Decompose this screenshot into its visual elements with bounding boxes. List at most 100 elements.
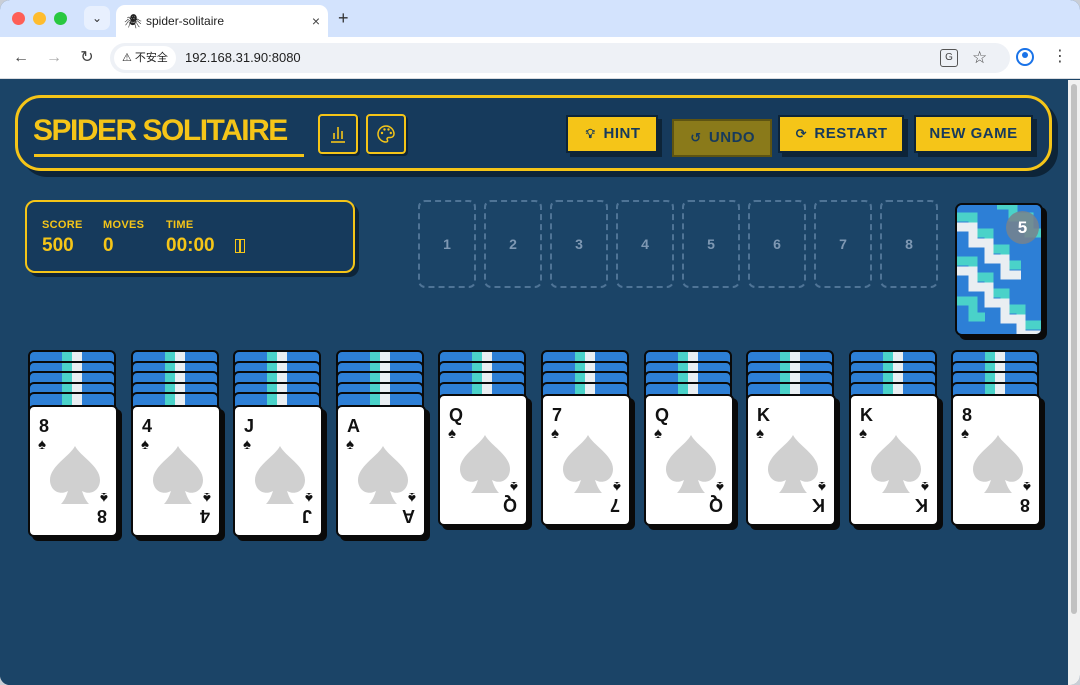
spade-icon: ♠ (100, 489, 108, 506)
spade-watermark-icon (563, 435, 613, 493)
spade-watermark-icon (666, 435, 716, 493)
face-up-card[interactable]: Q ♠ ♠ Q (644, 394, 734, 526)
card-rank: J (301, 506, 312, 526)
face-up-card[interactable]: J ♠ ♠ J (233, 405, 323, 537)
score-value: 500 (42, 235, 74, 256)
card-rank: 4 (199, 506, 210, 526)
forward-arrow-icon[interactable]: → (42, 46, 66, 70)
card-rank: 7 (609, 495, 620, 515)
foundation-slot: 2 (484, 200, 542, 288)
security-label: 不安全 (134, 52, 168, 64)
foundation-slot: 1 (418, 200, 476, 288)
spade-watermark-icon (768, 435, 818, 493)
url-text[interactable]: 192.168.31.90:8080 (185, 50, 301, 66)
card-rank: K (860, 405, 873, 425)
spade-icon: ♠ (1023, 478, 1031, 495)
minimize-window-button[interactable] (33, 12, 46, 25)
spade-watermark-icon (255, 446, 305, 504)
card-rank: 8 (1019, 495, 1030, 515)
face-up-card[interactable]: 4 ♠ ♠ 4 (131, 405, 221, 537)
new-game-label: NEW GAME (929, 125, 1018, 142)
foundation-slot: 4 (616, 200, 674, 288)
new-tab-icon[interactable]: + (338, 6, 349, 30)
bar-chart-icon (331, 127, 345, 143)
face-up-card[interactable]: K ♠ ♠ K (746, 394, 836, 526)
card-rank: 8 (962, 405, 973, 425)
undo-label: UNDO (708, 129, 756, 146)
profile-avatar-icon[interactable] (1016, 48, 1034, 66)
reload-icon[interactable]: ↻ (75, 46, 99, 70)
restart-label: RESTART (814, 125, 888, 142)
restart-arrows-icon: ⟳ (795, 126, 808, 141)
game-page: SPIDER SOLITAIRE 💡︎ HINT ↺ UNDO ⟳ RESTAR… (0, 80, 1068, 685)
lightbulb-icon: 💡︎ (585, 126, 596, 141)
card-rank: Q (449, 405, 464, 425)
card-rank: A (402, 506, 415, 526)
vertical-scrollbar[interactable] (1068, 80, 1080, 685)
card-rank: Q (502, 495, 517, 515)
tab-search-icon[interactable]: ⌄ (84, 6, 110, 30)
face-up-card[interactable]: K ♠ ♠ K (849, 394, 939, 526)
time-value: 00:00 (166, 235, 215, 256)
face-up-card[interactable]: A ♠ ♠ A (336, 405, 426, 537)
warning-triangle-icon: ⚠ (122, 52, 132, 64)
undo-arrow-icon: ↺ (690, 130, 702, 145)
time-label: TIME (166, 219, 194, 231)
card-rank: 4 (142, 416, 153, 436)
foundation-slot: 6 (748, 200, 806, 288)
restart-button[interactable]: ⟳ RESTART (778, 115, 904, 153)
card-rank: Q (655, 405, 670, 425)
translate-icon[interactable]: G (940, 49, 958, 67)
close-window-button[interactable] (12, 12, 25, 25)
foundation-slot: 3 (550, 200, 608, 288)
foundation-slot: 5 (682, 200, 740, 288)
back-arrow-icon[interactable]: ← (9, 46, 33, 70)
undo-button[interactable]: ↺ UNDO (672, 119, 772, 157)
scrollbar-thumb[interactable] (1071, 84, 1077, 614)
tab-title: spider-solitaire (146, 14, 225, 28)
face-up-card[interactable]: 8 ♠ ♠ 8 (28, 405, 118, 537)
card-rank: K (812, 495, 825, 515)
spider-favicon-icon: 🕷 (124, 13, 142, 29)
bookmark-star-icon[interactable]: ☆ (972, 48, 987, 68)
address-bar[interactable]: ⚠ 不安全 192.168.31.90:8080 G ☆ (110, 43, 1010, 73)
face-up-card[interactable]: 8 ♠ ♠ 8 (951, 394, 1041, 526)
spade-icon: ♠ (716, 478, 724, 495)
card-rank: K (915, 495, 928, 515)
card-rank: 8 (39, 416, 50, 436)
card-rank: A (347, 416, 360, 436)
moves-value: 0 (103, 235, 114, 256)
spade-icon: ♠ (921, 478, 929, 495)
card-rank: Q (708, 495, 723, 515)
face-up-card[interactable]: 7 ♠ ♠ 7 (541, 394, 631, 526)
hint-button[interactable]: 💡︎ HINT (566, 115, 658, 153)
tab-bar: ⌄ 🕷 spider-solitaire × + (0, 0, 1080, 37)
tab-spider-solitaire[interactable]: 🕷 spider-solitaire × (116, 5, 328, 37)
spade-icon: ♠ (203, 489, 211, 506)
spade-icon: ♠ (305, 489, 313, 506)
browser-window: ⌄ 🕷 spider-solitaire × + ← → ↻ ⚠ 不安全 192.… (0, 0, 1080, 685)
card-rank: 7 (552, 405, 563, 425)
browser-menu-icon[interactable]: ⋮ (1052, 47, 1068, 67)
zoom-window-button[interactable] (54, 12, 67, 25)
face-up-card[interactable]: Q ♠ ♠ Q (438, 394, 528, 526)
statistics-button[interactable] (318, 114, 358, 154)
score-label: SCORE (42, 219, 83, 231)
browser-toolbar: ← → ↻ ⚠ 不安全 192.168.31.90:8080 G ☆ ⋮ (0, 37, 1080, 79)
security-chip[interactable]: ⚠ 不安全 (114, 46, 176, 70)
title-underline (34, 154, 304, 157)
spade-watermark-icon (973, 435, 1023, 493)
spade-watermark-icon (871, 435, 921, 493)
moves-label: MOVES (103, 219, 145, 231)
tab-close-icon[interactable]: × (312, 12, 320, 30)
stock-count-badge: 5 (1006, 211, 1039, 244)
stats-panel: SCORE 500 MOVES 0 TIME 00:00 (25, 200, 355, 273)
spade-icon: ♠ (510, 478, 518, 495)
new-game-button[interactable]: NEW GAME (914, 115, 1033, 153)
card-rank: J (244, 416, 255, 436)
spade-watermark-icon (358, 446, 408, 504)
theme-button[interactable] (366, 114, 406, 154)
spade-watermark-icon (460, 435, 510, 493)
spade-watermark-icon (50, 446, 100, 504)
pause-icon[interactable] (235, 239, 245, 253)
